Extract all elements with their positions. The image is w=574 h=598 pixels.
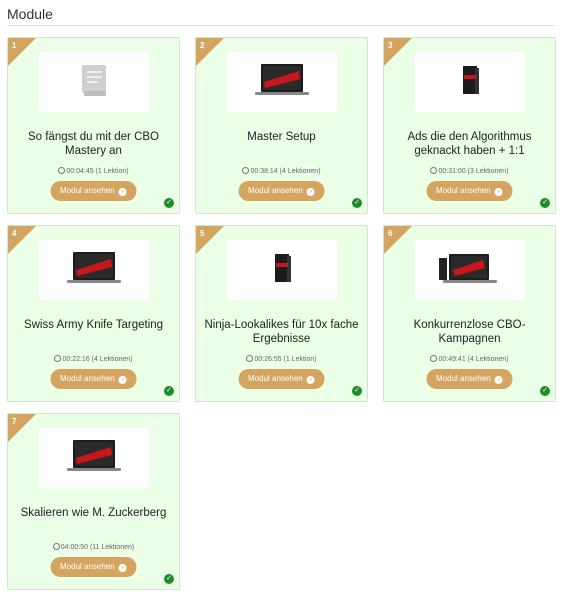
view-module-button[interactable]: Modul ansehen › (426, 369, 513, 389)
view-module-button[interactable]: Modul ansehen › (50, 557, 137, 577)
laptop-icon (66, 252, 121, 283)
chevron-right-icon: › (306, 376, 315, 384)
completed-check-icon: ✓ (164, 198, 174, 208)
view-module-button[interactable]: Modul ansehen › (426, 181, 513, 201)
module-duration-text: 00:31:00 (3 Lektionen) (438, 168, 509, 175)
module-card[interactable]: 3 Ads die den Algorithmus geknackt haben … (383, 37, 556, 214)
module-duration: 00:49:41 (4 Lektionen) (384, 355, 555, 363)
module-thumbnail[interactable] (38, 240, 149, 300)
module-number: 5 (200, 229, 205, 238)
module-duration: 00:04:45 (1 Lektion) (8, 167, 179, 175)
chevron-right-icon: › (118, 188, 127, 196)
module-card[interactable]: 7 Skalieren wie M. Zuckerberg 04:00:50 (11… (7, 413, 180, 590)
module-thumbnail[interactable] (226, 240, 337, 300)
module-number: 7 (12, 417, 17, 426)
view-module-label: Modul ansehen (436, 186, 491, 195)
view-module-label: Modul ansehen (436, 374, 491, 383)
completed-check-icon: ✓ (164, 386, 174, 396)
view-module-label: Modul ansehen (248, 374, 303, 383)
module-number: 6 (388, 229, 393, 238)
laptop-box-icon (438, 254, 497, 283)
module-duration: 00:26:55 (1 Lektion) (196, 355, 367, 363)
chevron-right-icon: › (118, 376, 127, 384)
module-duration-text: 00:22:16 (4 Lektionen) (62, 356, 133, 363)
module-card[interactable]: 1 So fängst du mit der CBO Mastery an 00:0… (7, 37, 180, 214)
module-duration-text: 04:00:50 (11 Lektionen) (60, 544, 135, 551)
module-card[interactable]: 5 Ninja-Lookalikes für 10x fache Ergebnis… (195, 225, 368, 402)
chevron-right-icon: › (118, 564, 127, 572)
view-module-button[interactable]: Modul ansehen › (50, 369, 137, 389)
book-icon (81, 65, 106, 96)
product-box-icon (274, 254, 291, 282)
module-duration: 00:31:00 (3 Lektionen) (384, 167, 555, 175)
module-thumbnail[interactable] (414, 240, 525, 300)
module-title: Konkurrenzlose CBO-Kampagnen (413, 319, 526, 345)
heading-divider (7, 25, 555, 26)
laptop-icon (66, 440, 121, 471)
module-title: Master Setup (247, 131, 316, 143)
view-module-button[interactable]: Modul ansehen › (238, 369, 325, 389)
view-module-label: Modul ansehen (60, 186, 115, 195)
chevron-right-icon: › (494, 188, 503, 196)
module-number: 3 (388, 41, 393, 50)
module-thumbnail[interactable] (38, 52, 149, 112)
view-module-label: Modul ansehen (60, 562, 115, 571)
chevron-right-icon: › (306, 188, 315, 196)
chevron-right-icon: › (494, 376, 503, 384)
module-duration-text: 00:49:41 (4 Lektionen) (438, 356, 509, 363)
view-module-label: Modul ansehen (60, 374, 115, 383)
view-module-button[interactable]: Modul ansehen › (50, 181, 137, 201)
completed-check-icon: ✓ (164, 574, 174, 584)
module-title: Swiss Army Knife Targeting (23, 319, 164, 331)
module-duration: 00:22:16 (4 Lektionen) (8, 355, 179, 363)
completed-check-icon: ✓ (352, 198, 362, 208)
view-module-button[interactable]: Modul ansehen › (238, 181, 325, 201)
module-grid: 1 So fängst du mit der CBO Mastery an 00:0… (7, 37, 556, 590)
module-title: Ninja-Lookalikes für 10x fache Ergebniss… (204, 319, 359, 345)
clock-icon (430, 167, 438, 174)
clock-icon (54, 355, 62, 362)
module-thumbnail[interactable] (226, 52, 337, 112)
completed-check-icon: ✓ (540, 198, 550, 208)
clock-icon (58, 167, 66, 174)
module-title: Ads die den Algorithmus geknackt haben +… (407, 131, 532, 157)
module-card[interactable]: 4 Swiss Army Knife Targeting 00:22:16 (4 L… (7, 225, 180, 402)
module-card[interactable]: 2 Master Setup 00:38:14 (4 Lektionen) Modul… (195, 37, 368, 214)
completed-check-icon: ✓ (352, 386, 362, 396)
module-duration-text: 00:04:45 (1 Lektion) (66, 168, 129, 175)
product-box-icon (462, 66, 479, 94)
module-duration: 00:38:14 (4 Lektionen) (196, 167, 367, 175)
module-thumbnail[interactable] (38, 428, 149, 488)
modules-page: Module 1 So fängst du mit der CBO Mastery… (0, 0, 574, 598)
module-number: 4 (12, 229, 17, 238)
module-title: Skalieren wie M. Zuckerberg (20, 507, 167, 519)
completed-check-icon: ✓ (540, 386, 550, 396)
clock-icon (246, 355, 254, 362)
module-title: So fängst du mit der CBO Mastery an (27, 131, 160, 157)
module-duration-text: 00:38:14 (4 Lektionen) (250, 168, 321, 175)
module-duration-text: 00:26:55 (1 Lektion) (254, 356, 317, 363)
laptop-icon (254, 64, 309, 95)
page-title: Module (7, 6, 53, 22)
clock-icon (52, 543, 60, 550)
view-module-label: Modul ansehen (248, 186, 303, 195)
clock-icon (430, 355, 438, 362)
clock-icon (242, 167, 250, 174)
module-thumbnail[interactable] (414, 52, 525, 112)
module-card[interactable]: 6 Konkurrenzlose CBO-Kampagnen 00:49:41 (4… (383, 225, 556, 402)
module-duration: 04:00:50 (11 Lektionen) (8, 543, 179, 551)
module-number: 1 (12, 41, 17, 50)
module-number: 2 (200, 41, 205, 50)
